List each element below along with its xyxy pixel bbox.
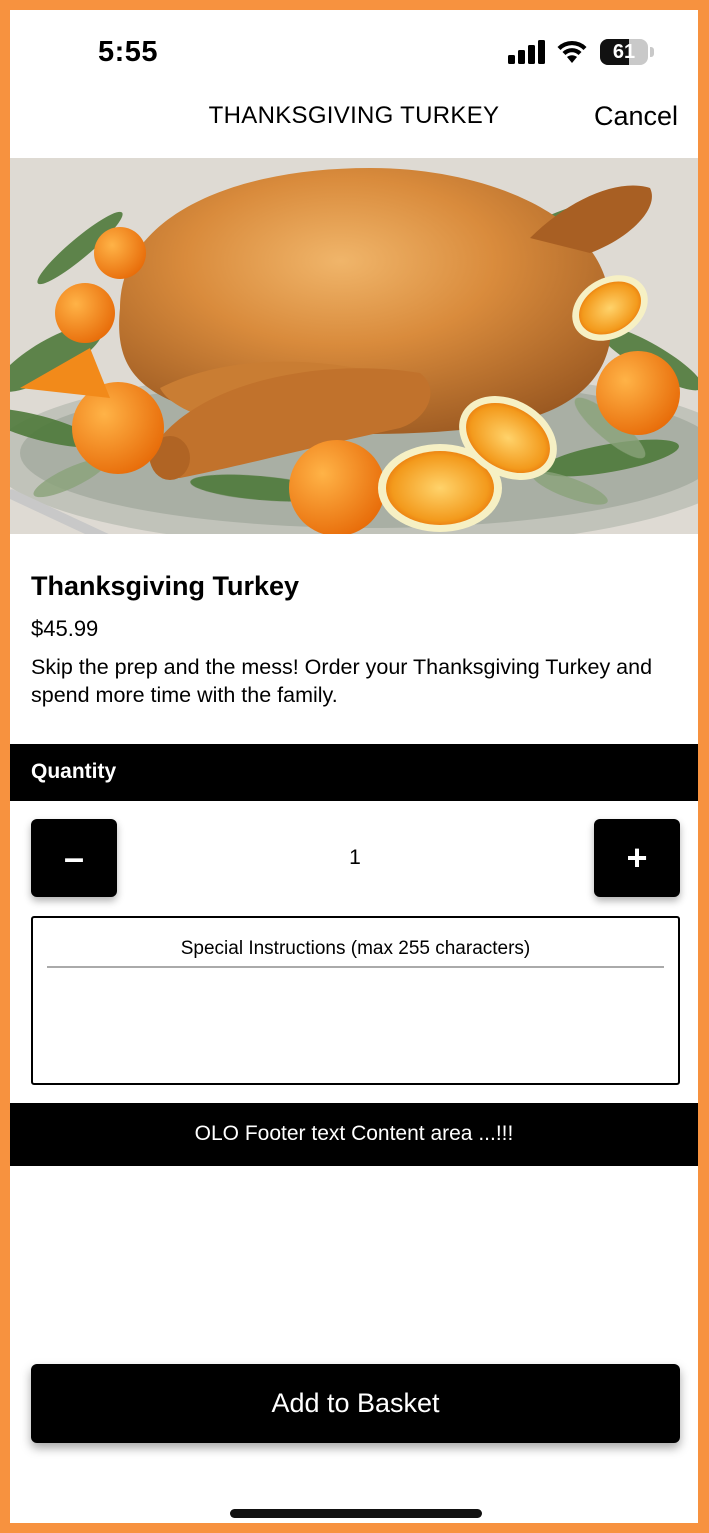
special-instructions-label: Special Instructions (max 255 characters… xyxy=(33,938,678,960)
home-indicator xyxy=(230,1509,482,1518)
divider xyxy=(47,966,664,968)
product-name: Thanksgiving Turkey xyxy=(31,571,300,601)
special-instructions-box: Special Instructions (max 255 characters… xyxy=(31,916,680,1085)
quantity-header: Quantity xyxy=(10,744,698,801)
battery-level: 61 xyxy=(612,41,636,63)
product-image xyxy=(10,158,698,534)
quantity-header-label: Quantity xyxy=(31,760,117,783)
add-to-basket-label: Add to Basket xyxy=(271,1388,440,1418)
phone-screen: 5:55 61 THANKSGIVING TURKEY Cancel Thank… xyxy=(10,10,698,1523)
product-description: Skip the prep and the mess! Order your T… xyxy=(31,655,653,707)
quantity-value: 1 xyxy=(349,846,361,869)
wifi-icon xyxy=(557,40,587,63)
special-instructions-input[interactable] xyxy=(47,974,664,1074)
special-instructions-hint: (max 255 characters) xyxy=(350,938,531,959)
minus-icon: – xyxy=(63,837,85,878)
cancel-button[interactable]: Cancel xyxy=(594,101,678,132)
battery-icon: 61 xyxy=(600,39,656,65)
increase-quantity-button[interactable]: + xyxy=(594,819,680,897)
add-to-basket-button[interactable]: Add to Basket xyxy=(31,1364,680,1443)
special-instructions-title: Special Instructions xyxy=(180,938,346,959)
decrease-quantity-button[interactable]: – xyxy=(31,819,117,897)
footer-bar: OLO Footer text Content area ...!!! xyxy=(10,1103,698,1166)
status-time: 5:55 xyxy=(98,36,159,68)
footer-text: OLO Footer text Content area ...!!! xyxy=(194,1122,514,1145)
signal-icon xyxy=(508,40,545,64)
plus-icon: + xyxy=(626,837,648,878)
product-price: $45.99 xyxy=(31,616,99,641)
status-bar: 5:55 61 xyxy=(10,10,698,100)
